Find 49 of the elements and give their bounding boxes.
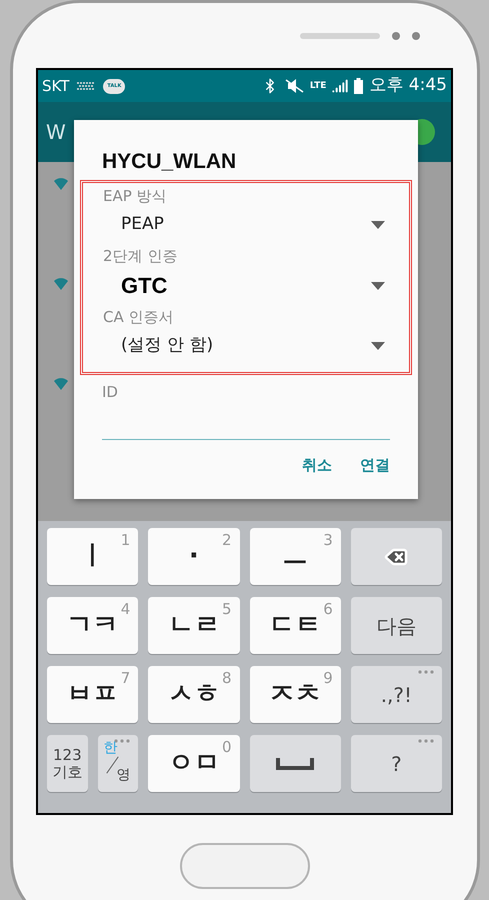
dropdown-caret-icon[interactable] <box>371 342 385 350</box>
dropdown-caret-icon[interactable] <box>371 221 385 229</box>
field-label: 2단계 인증 <box>103 246 178 267</box>
key-digit: 8 <box>222 668 232 689</box>
language-key[interactable]: 한 영 <box>98 735 138 792</box>
key-digit: 7 <box>120 668 130 689</box>
dialog-title: HYCU_WLAN <box>101 149 238 175</box>
field-label: EAP 방식 <box>103 186 168 206</box>
battery-icon <box>354 78 364 94</box>
symbols-key[interactable]: 123 기호 <box>47 735 88 792</box>
wifi-icon <box>54 278 68 290</box>
keyboard-key[interactable]: 3 ㅡ <box>250 528 341 585</box>
dialog-button[interactable]: 연결 <box>360 454 390 476</box>
network-type-text: LTE <box>310 82 326 90</box>
key-digit: 5 <box>222 599 232 620</box>
key-label: 영 <box>116 766 130 785</box>
field-label: ID <box>102 382 118 403</box>
key-digit: 2 <box>222 530 232 551</box>
dropdown-field[interactable]: (설정 안 함) <box>103 328 389 364</box>
signal-icon <box>332 78 348 94</box>
keyboard-key[interactable]: ? <box>350 735 442 792</box>
dialog-button[interactable]: 취소 <box>302 454 332 476</box>
key-label: 한 <box>104 739 118 758</box>
key-digit: 6 <box>323 599 333 620</box>
field-label: CA 인증서 <box>103 306 175 328</box>
key-label: 기호 <box>52 764 82 780</box>
key-digit: 3 <box>323 530 333 551</box>
backspace-key[interactable] <box>350 528 442 585</box>
app-bar-title: W <box>46 119 66 146</box>
dropdown-field[interactable]: GTC <box>103 268 389 304</box>
key-digit: 1 <box>120 530 130 551</box>
dropdown-caret-icon[interactable] <box>371 282 385 290</box>
key-label: 123 <box>52 746 82 764</box>
keyboard-key[interactable]: .,?! <box>350 666 442 723</box>
carrier-text: SKT <box>42 76 70 97</box>
space-key[interactable] <box>250 735 341 792</box>
key-digit: 9 <box>323 668 333 689</box>
wifi-icon <box>54 378 68 390</box>
wifi-icon <box>54 178 68 190</box>
key-digit: 0 <box>222 737 232 758</box>
keyboard-icon <box>77 82 96 90</box>
space-icon <box>276 758 314 770</box>
dropdown-field[interactable]: PEAP <box>103 207 389 243</box>
keyboard-key[interactable]: 2 · <box>148 528 240 585</box>
keyboard-key[interactable]: 1 ㅣ <box>47 528 138 585</box>
clock-text: 오후 4:45 <box>369 74 447 98</box>
mute-icon <box>284 79 304 93</box>
key-digit: 4 <box>120 599 130 620</box>
keyboard-key[interactable]: 다음 <box>350 597 442 654</box>
